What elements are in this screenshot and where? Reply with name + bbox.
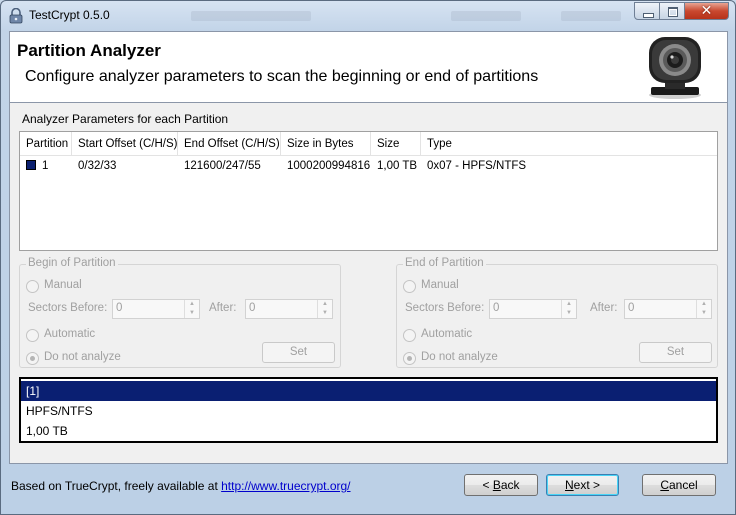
partition-color-swatch (26, 160, 36, 170)
testcrypt-window: TestCrypt 0.5.0 ✕ Partition Analyzer Con… (0, 0, 736, 515)
partition-list-header: Partition Start Offset (C/H/S) End Offse… (20, 132, 717, 156)
end-sectors-before-label: Sectors Before: (405, 302, 485, 314)
maximize-icon[interactable] (660, 2, 685, 20)
col-header-type[interactable]: Type (421, 132, 717, 156)
back-accel: B (492, 478, 501, 492)
begin-sectors-before-label: Sectors Before: (28, 302, 108, 314)
background-blur (451, 11, 521, 21)
spin-up-icon[interactable]: ▲ (185, 300, 199, 309)
cancel-accel: C (660, 478, 669, 492)
footer-text: Based on TrueCrypt, freely available at (11, 479, 222, 493)
end-do-not-analyze-radio[interactable] (403, 352, 416, 365)
info-line-type[interactable]: HPFS/NTFS (21, 401, 716, 421)
spin-down-icon[interactable]: ▼ (185, 309, 199, 318)
spin-down-icon[interactable]: ▼ (562, 309, 576, 318)
end-sectors-before-spinner[interactable]: ▲ ▼ (561, 300, 576, 318)
begin-manual-label: Manual (44, 279, 82, 291)
title-bar[interactable]: TestCrypt 0.5.0 ✕ (1, 1, 735, 31)
caption-buttons: ✕ (634, 2, 729, 20)
begin-do-not-analyze-radio[interactable] (26, 352, 39, 365)
background-blur (191, 11, 311, 21)
cell-type: 0x07 - HPFS/NTFS (427, 160, 527, 172)
begin-after-label: After: (209, 302, 237, 314)
partition-info-list[interactable]: [1] HPFS/NTFS 1,00 TB (19, 377, 718, 443)
end-sectors-before-value: 0 (493, 302, 500, 314)
end-set-button[interactable]: Set (639, 342, 712, 363)
next-accel: N (564, 478, 574, 492)
end-automatic-radio[interactable] (403, 329, 416, 342)
end-after-spinner[interactable]: ▲ ▼ (696, 300, 711, 318)
begin-after-value: 0 (249, 302, 256, 314)
cancel-rest: ancel (668, 478, 698, 492)
begin-set-button[interactable]: Set (262, 342, 335, 363)
spin-down-icon[interactable]: ▼ (318, 309, 332, 318)
spin-up-icon[interactable]: ▲ (697, 300, 711, 309)
app-lock-icon (9, 8, 23, 24)
back-prefix: < (482, 478, 493, 492)
page-title: Partition Analyzer (17, 41, 161, 60)
end-do-not-analyze-label: Do not analyze (421, 351, 498, 363)
begin-automatic-label: Automatic (44, 328, 96, 340)
main-panel: Analyzer Parameters for each Partition P… (9, 103, 728, 464)
begin-sectors-before-value: 0 (116, 302, 123, 314)
partition-list[interactable]: Partition Start Offset (C/H/S) End Offse… (19, 131, 718, 251)
cell-size-bytes: 1000200994816 (287, 160, 371, 172)
analyzer-group-label: Analyzer Parameters for each Partition (22, 112, 229, 126)
begin-do-not-analyze-label: Do not analyze (44, 351, 121, 363)
begin-sectors-before-spinner[interactable]: ▲ ▼ (184, 300, 199, 318)
next-button[interactable]: Next > (546, 474, 619, 496)
end-after-value: 0 (628, 302, 635, 314)
cell-size: 1,00 TB (377, 160, 418, 172)
col-header-size[interactable]: Size (371, 132, 421, 156)
footer-note: Based on TrueCrypt, freely available at … (11, 479, 351, 493)
cell-end-offset: 121600/247/55 (184, 160, 261, 172)
spin-up-icon[interactable]: ▲ (562, 300, 576, 309)
info-line-selected[interactable]: [1] (21, 381, 716, 401)
begin-of-partition-group: Begin of Partition Manual Sectors Before… (19, 257, 341, 368)
end-sectors-before-input[interactable]: 0 ▲ ▼ (489, 299, 577, 319)
end-manual-radio[interactable] (403, 280, 416, 293)
back-button[interactable]: < Back (464, 474, 538, 496)
cell-start-offset: 0/32/33 (78, 160, 117, 172)
webcam-logo-icon (649, 37, 701, 99)
close-icon[interactable]: ✕ (685, 2, 729, 20)
begin-automatic-radio[interactable] (26, 329, 39, 342)
cell-partition: 1 (20, 156, 72, 176)
next-rest: ext > (573, 478, 601, 492)
window-title: TestCrypt 0.5.0 (29, 8, 110, 22)
minimize-icon[interactable] (634, 2, 660, 20)
cancel-button[interactable]: Cancel (642, 474, 716, 496)
truecrypt-link[interactable]: http://www.truecrypt.org/ (221, 479, 350, 493)
begin-after-input[interactable]: 0 ▲ ▼ (245, 299, 333, 319)
background-blur (561, 11, 621, 21)
end-after-label: After: (590, 302, 618, 314)
end-group-title: End of Partition (403, 257, 486, 269)
begin-group-title: Begin of Partition (26, 257, 118, 269)
page-subtitle: Configure analyzer parameters to scan th… (25, 68, 539, 85)
begin-sectors-before-input[interactable]: 0 ▲ ▼ (112, 299, 200, 319)
spin-up-icon[interactable]: ▲ (318, 300, 332, 309)
table-row[interactable]: 1 0/32/33 121600/247/55 1000200994816 1,… (20, 156, 717, 176)
begin-after-spinner[interactable]: ▲ ▼ (317, 300, 332, 318)
col-header-start-offset[interactable]: Start Offset (C/H/S) (72, 132, 178, 156)
spin-down-icon[interactable]: ▼ (697, 309, 711, 318)
begin-manual-radio[interactable] (26, 280, 39, 293)
back-rest: ack (500, 478, 520, 492)
end-manual-label: Manual (421, 279, 459, 291)
col-header-size-bytes[interactable]: Size in Bytes (281, 132, 371, 156)
info-line-size[interactable]: 1,00 TB (21, 421, 716, 441)
end-of-partition-group: End of Partition Manual Sectors Before: … (396, 257, 718, 368)
col-header-partition[interactable]: Partition (20, 132, 72, 156)
col-header-end-offset[interactable]: End Offset (C/H/S) (178, 132, 281, 156)
wizard-header: Partition Analyzer Configure analyzer pa… (9, 31, 728, 103)
end-automatic-label: Automatic (421, 328, 473, 340)
end-after-input[interactable]: 0 ▲ ▼ (624, 299, 712, 319)
partition-number: 1 (42, 160, 49, 172)
